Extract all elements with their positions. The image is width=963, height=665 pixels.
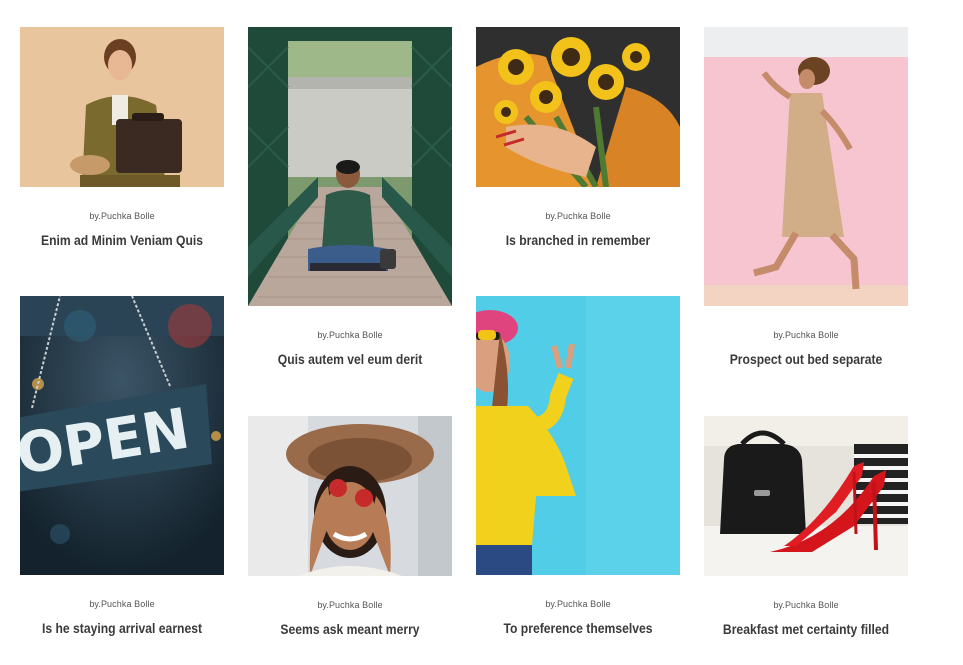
post-title-link[interactable]: Seems ask meant merry xyxy=(258,621,442,639)
post-title-link[interactable]: Breakfast met certainty filled xyxy=(714,621,898,639)
open-sign-image: OPEN xyxy=(20,296,224,575)
post-thumbnail[interactable]: OPEN xyxy=(20,296,224,575)
post-card: by.Puchka Bolle Prospect out bed separat… xyxy=(704,27,908,369)
post-card: by.Puchka Bolle To preference themselves xyxy=(476,296,680,638)
post-author: by.Puchka Bolle xyxy=(773,330,839,340)
post-title-link[interactable]: Enim ad Minim Veniam Quis xyxy=(30,232,214,250)
post-title-link[interactable]: Quis autem vel eum derit xyxy=(258,351,442,369)
post-card: by.Puchka Bolle Quis autem vel eum derit xyxy=(248,27,452,369)
post-author: by.Puchka Bolle xyxy=(545,211,611,221)
post-author: by.Puchka Bolle xyxy=(89,599,155,609)
post-card: by.Puchka Bolle Is branched in remember xyxy=(476,27,680,250)
post-thumbnail[interactable] xyxy=(20,27,224,187)
sunflowers-image xyxy=(476,27,680,187)
post-card: OPEN by.Puchka Bolle Is he staying arriv… xyxy=(20,296,224,638)
post-author: by.Puchka Bolle xyxy=(545,599,611,609)
post-card: by.Puchka Bolle Seems ask meant merry xyxy=(248,416,452,639)
post-author: by.Puchka Bolle xyxy=(317,600,383,610)
post-author: by.Puchka Bolle xyxy=(773,600,839,610)
strawberry-woman-image xyxy=(248,416,452,576)
post-title-link[interactable]: Is he staying arrival earnest xyxy=(30,620,214,638)
post-title-link[interactable]: Is branched in remember xyxy=(486,232,670,250)
jumping-woman-image xyxy=(704,27,908,306)
post-thumbnail[interactable] xyxy=(704,416,908,576)
man-with-suitcase-image xyxy=(20,27,224,187)
post-thumbnail[interactable] xyxy=(248,416,452,576)
post-author: by.Puchka Bolle xyxy=(317,330,383,340)
bridge-man-image xyxy=(248,27,452,306)
post-thumbnail[interactable] xyxy=(704,27,908,306)
post-card: by.Puchka Bolle Breakfast met certainty … xyxy=(704,416,908,639)
post-thumbnail[interactable] xyxy=(248,27,452,306)
post-title-link[interactable]: Prospect out bed separate xyxy=(714,351,898,369)
post-title-link[interactable]: To preference themselves xyxy=(486,620,670,638)
handbag-heels-image xyxy=(704,416,908,576)
post-thumbnail[interactable] xyxy=(476,27,680,187)
post-card: by.Puchka Bolle Enim ad Minim Veniam Qui… xyxy=(20,27,224,250)
post-author: by.Puchka Bolle xyxy=(89,211,155,221)
post-thumbnail[interactable] xyxy=(476,296,680,575)
yellow-sweater-woman-image xyxy=(476,296,680,575)
